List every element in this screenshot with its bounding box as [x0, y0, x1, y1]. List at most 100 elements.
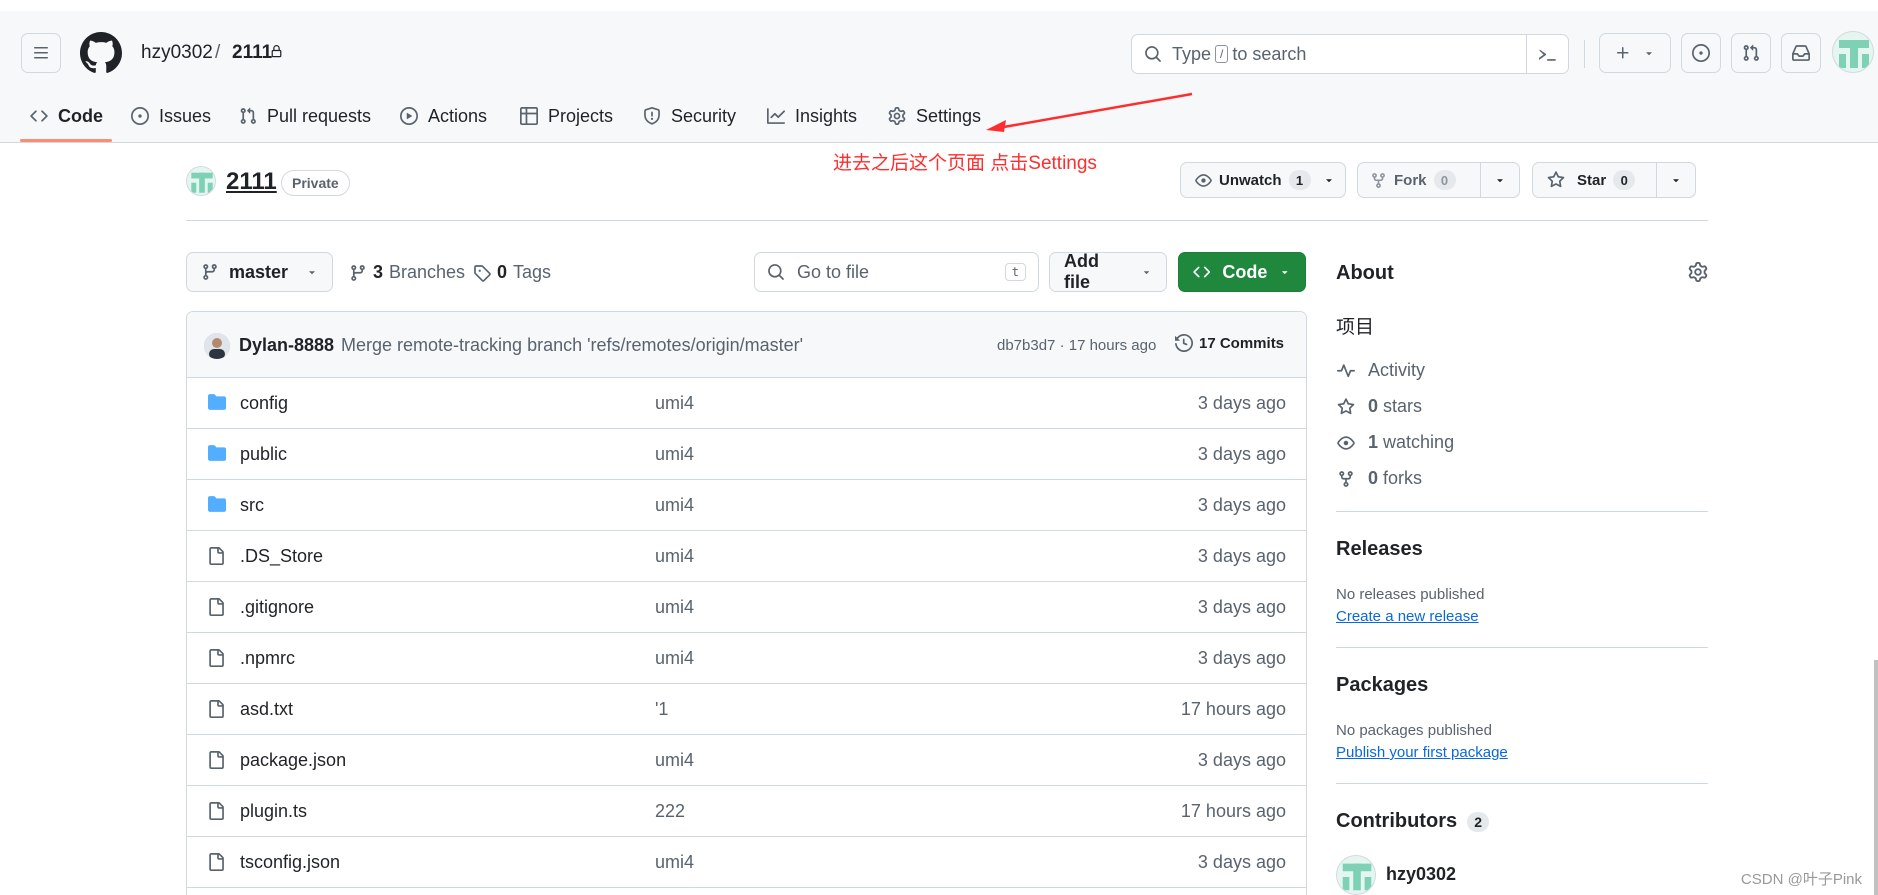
branches-link[interactable]: 3 Branches — [349, 262, 465, 283]
file-name[interactable]: plugin.ts — [240, 801, 307, 822]
table-row[interactable]: public umi4 3 days ago — [187, 429, 1306, 480]
activity-link[interactable]: Activity — [1336, 360, 1425, 381]
header-divider — [1584, 40, 1585, 68]
file-name[interactable]: public — [240, 444, 287, 465]
file-name[interactable]: src — [240, 495, 264, 516]
fork-count: 0 — [1433, 170, 1456, 190]
file-commit-message[interactable]: umi4 — [655, 546, 694, 567]
tags-link[interactable]: 0 Tags — [473, 262, 551, 283]
chevron-down-icon — [1143, 271, 1149, 275]
breadcrumb-repo[interactable]: 2111 — [232, 42, 272, 64]
fork-button[interactable]: Fork 0 — [1357, 162, 1520, 198]
table-row[interactable]: package.json umi4 3 days ago — [187, 735, 1306, 786]
go-to-file-input[interactable]: Go to file t — [754, 252, 1039, 292]
add-file-button[interactable]: Add file — [1049, 251, 1167, 292]
stars-link[interactable]: 0 stars — [1336, 396, 1422, 417]
watching-label: watching — [1383, 432, 1455, 452]
sidebar-divider — [1336, 511, 1708, 512]
tab-settings[interactable]: Settings — [888, 100, 981, 132]
hamburger-icon — [34, 47, 48, 59]
tab-security[interactable]: Security — [643, 100, 736, 132]
create-release-link[interactable]: Create a new release — [1336, 608, 1479, 625]
star-button[interactable]: Star 0 — [1532, 162, 1696, 198]
table-row[interactable]: .DS_Store umi4 3 days ago — [187, 531, 1306, 582]
watching-link[interactable]: 1 watching — [1336, 432, 1454, 453]
user-avatar[interactable] — [1832, 31, 1874, 73]
commit-author-avatar[interactable] — [204, 333, 230, 359]
file-commit-message[interactable]: umi4 — [655, 495, 694, 516]
breadcrumb-owner[interactable]: hzy0302 — [141, 42, 213, 64]
file-name[interactable]: config — [240, 393, 288, 414]
contributors-heading[interactable]: Contributors 2 — [1336, 810, 1490, 833]
contributor-name[interactable]: hzy0302 — [1386, 864, 1456, 885]
menu-button[interactable] — [21, 33, 61, 73]
command-palette-icon[interactable] — [1526, 35, 1568, 73]
repo-title[interactable]: 2111 — [226, 168, 277, 196]
fork-label: Fork — [1394, 171, 1427, 189]
latest-commit-row: Dylan-8888 Merge remote-tracking branch … — [187, 312, 1306, 378]
file-name[interactable]: asd.txt — [240, 699, 293, 720]
file-name[interactable]: .npmrc — [240, 648, 295, 669]
file-commit-message[interactable]: '1 — [655, 699, 668, 720]
annotation-arrow-icon — [986, 92, 1193, 132]
code-button[interactable]: Code — [1178, 252, 1306, 292]
tab-issues[interactable]: Issues — [131, 100, 211, 132]
file-name[interactable]: .DS_Store — [240, 546, 323, 567]
file-commit-message[interactable]: umi4 — [655, 852, 694, 873]
create-new-button[interactable] — [1599, 33, 1671, 73]
table-row[interactable]: config umi4 3 days ago — [187, 378, 1306, 429]
packages-heading[interactable]: Packages — [1336, 674, 1428, 697]
forks-link[interactable]: 0 forks — [1336, 468, 1422, 489]
go-to-file-placeholder: Go to file — [797, 261, 870, 282]
file-commit-message[interactable]: umi4 — [655, 444, 694, 465]
file-table: Dylan-8888 Merge remote-tracking branch … — [186, 311, 1307, 895]
top-strip — [0, 0, 1878, 11]
table-row[interactable]: .gitignore umi4 3 days ago — [187, 582, 1306, 633]
git-pull-request-icon — [1743, 44, 1759, 61]
issues-button[interactable] — [1681, 33, 1721, 73]
table-row[interactable]: plugin.ts 222 17 hours ago — [187, 786, 1306, 837]
table-row[interactable]: asd.txt '1 17 hours ago — [187, 684, 1306, 735]
inbox-button[interactable] — [1781, 33, 1821, 73]
tab-code[interactable]: Code — [30, 100, 103, 132]
file-name[interactable]: .gitignore — [240, 597, 314, 618]
file-commit-message[interactable]: umi4 — [655, 648, 694, 669]
table-row[interactable]: src umi4 3 days ago — [187, 480, 1306, 531]
file-commit-message[interactable]: 222 — [655, 801, 685, 822]
pull-requests-button[interactable] — [1731, 33, 1771, 73]
file-commit-message[interactable]: umi4 — [655, 393, 694, 414]
github-logo-icon[interactable] — [80, 32, 122, 74]
search-icon — [768, 264, 784, 280]
commit-sha-time[interactable]: db7b3d7 · 17 hours ago — [997, 337, 1156, 354]
file-commit-message[interactable]: umi4 — [655, 750, 694, 771]
commit-author[interactable]: Dylan-8888 — [239, 335, 334, 356]
file-name[interactable]: tsconfig.json — [240, 852, 340, 873]
tab-insights[interactable]: Insights — [767, 100, 857, 132]
unwatch-button[interactable]: Unwatch 1 — [1180, 162, 1346, 198]
commit-message[interactable]: Merge remote-tracking branch 'refs/remot… — [341, 335, 803, 356]
file-commit-message[interactable]: umi4 — [655, 597, 694, 618]
releases-empty-text: No releases published — [1336, 586, 1485, 603]
releases-heading[interactable]: Releases — [1336, 538, 1423, 561]
commits-link[interactable]: 17 Commits — [1175, 334, 1284, 352]
publish-package-link[interactable]: Publish your first package — [1336, 744, 1508, 761]
about-settings-gear-icon[interactable] — [1688, 262, 1708, 282]
sidebar-divider — [1336, 647, 1708, 648]
search-placeholder-post: to search — [1232, 43, 1307, 64]
unwatch-label: Unwatch — [1219, 171, 1282, 189]
branch-select-button[interactable]: master — [186, 252, 333, 292]
repo-head-divider — [186, 220, 1708, 221]
code-button-label: Code — [1222, 261, 1268, 282]
tab-pull-requests[interactable]: Pull requests — [239, 100, 371, 132]
file-name[interactable]: package.json — [240, 750, 346, 771]
file-date: 3 days ago — [1197, 393, 1286, 413]
contributor-avatar[interactable] — [1336, 855, 1376, 895]
branches-label: Branches — [389, 262, 466, 282]
global-search-input[interactable]: Type / to search — [1131, 34, 1569, 74]
table-row[interactable]: tsconfig.json umi4 3 days ago — [187, 837, 1306, 888]
tab-projects[interactable]: Projects — [520, 100, 613, 132]
folder-icon — [207, 393, 227, 411]
tab-actions[interactable]: Actions — [400, 100, 487, 132]
table-row[interactable]: .npmrc umi4 3 days ago — [187, 633, 1306, 684]
page-scrollbar[interactable] — [1874, 660, 1878, 895]
